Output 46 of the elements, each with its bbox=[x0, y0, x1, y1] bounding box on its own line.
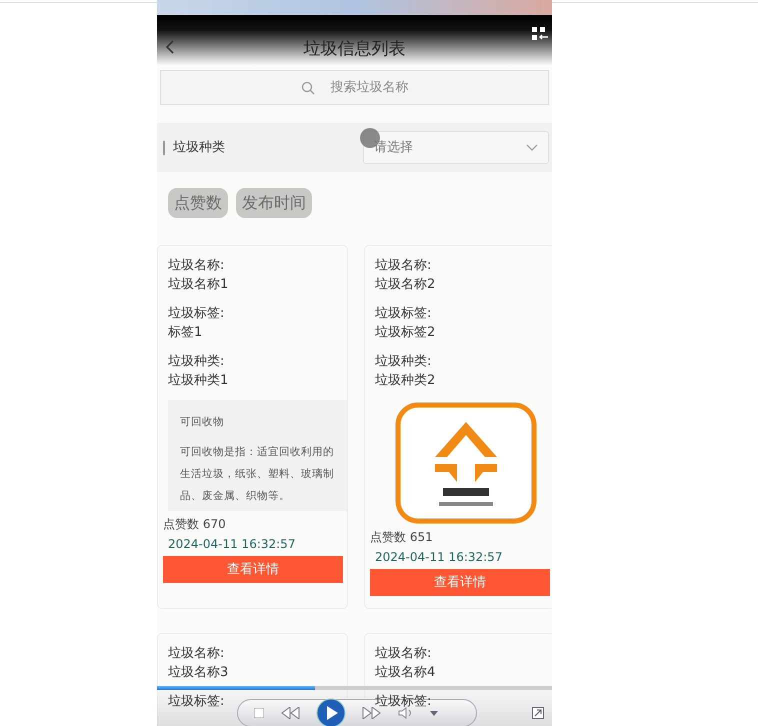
sort-button[interactable]: 点赞数 bbox=[168, 188, 228, 218]
field-value: 垃圾标签2 bbox=[375, 324, 436, 342]
publish-date: 2024-04-11 16:32:57 bbox=[374, 549, 504, 566]
rewind-icon[interactable] bbox=[280, 707, 300, 719]
info-text: 可回收物是指：适宜回收利用的生活垃圾，纸张、塑料、玻璃制品、废金属、织物等。 bbox=[180, 445, 335, 504]
field-value: 垃圾名称1 bbox=[168, 276, 228, 294]
chevron-down-icon bbox=[526, 144, 538, 151]
publish-date: 2024-04-11 16:32:57 bbox=[167, 536, 296, 553]
like-count: 点赞数 670 bbox=[162, 516, 227, 533]
page-title: 垃圾信息列表 bbox=[304, 38, 406, 62]
like-count: 点赞数 651 bbox=[369, 529, 434, 546]
field-label: 垃圾名称: bbox=[375, 257, 432, 275]
field-label: 垃圾名称: bbox=[168, 645, 224, 663]
stop-icon[interactable] bbox=[254, 708, 264, 718]
field-label: 垃圾名称: bbox=[168, 257, 224, 275]
field-value: 标签1 bbox=[168, 324, 202, 342]
field-value: 垃圾种类1 bbox=[168, 372, 228, 390]
field-value: 垃圾名称4 bbox=[375, 664, 436, 682]
field-label: 垃圾标签: bbox=[168, 693, 224, 711]
search-placeholder: 搜索垃圾名称 bbox=[330, 78, 408, 97]
play-icon[interactable] bbox=[316, 698, 346, 726]
sort-button[interactable]: 发布时间 bbox=[236, 188, 312, 218]
volume-icon[interactable] bbox=[398, 707, 414, 719]
back-icon[interactable] bbox=[165, 39, 175, 55]
field-label: 垃圾标签: bbox=[375, 693, 432, 711]
field-label: 垃圾标签: bbox=[168, 305, 224, 323]
category-select[interactable]: 请选择 bbox=[363, 131, 549, 164]
field-value: 垃圾名称2 bbox=[375, 276, 436, 294]
progress-track[interactable] bbox=[157, 686, 552, 690]
info-title: 可回收物 bbox=[180, 415, 225, 430]
fullscreen-icon[interactable] bbox=[532, 707, 544, 719]
fast-forward-icon[interactable] bbox=[362, 707, 382, 719]
grid-icon[interactable] bbox=[532, 27, 548, 41]
details-button[interactable]: 查看详情 bbox=[163, 556, 343, 583]
select-placeholder: 请选择 bbox=[374, 138, 413, 157]
filter-label: 垃圾种类 bbox=[173, 138, 226, 157]
field-value: 垃圾名称3 bbox=[168, 664, 228, 682]
field-label: 垃圾种类: bbox=[168, 353, 224, 371]
field-value: 垃圾种类2 bbox=[375, 372, 436, 390]
caret-icon[interactable] bbox=[430, 710, 438, 716]
field-label: 垃圾种类: bbox=[375, 353, 432, 371]
field-label: 垃圾名称: bbox=[375, 645, 432, 663]
search-field[interactable]: 搜索垃圾名称 bbox=[160, 70, 549, 105]
search-icon bbox=[300, 80, 314, 94]
details-button[interactable]: 查看详情 bbox=[370, 569, 550, 596]
field-label: 垃圾标签: bbox=[375, 305, 432, 323]
